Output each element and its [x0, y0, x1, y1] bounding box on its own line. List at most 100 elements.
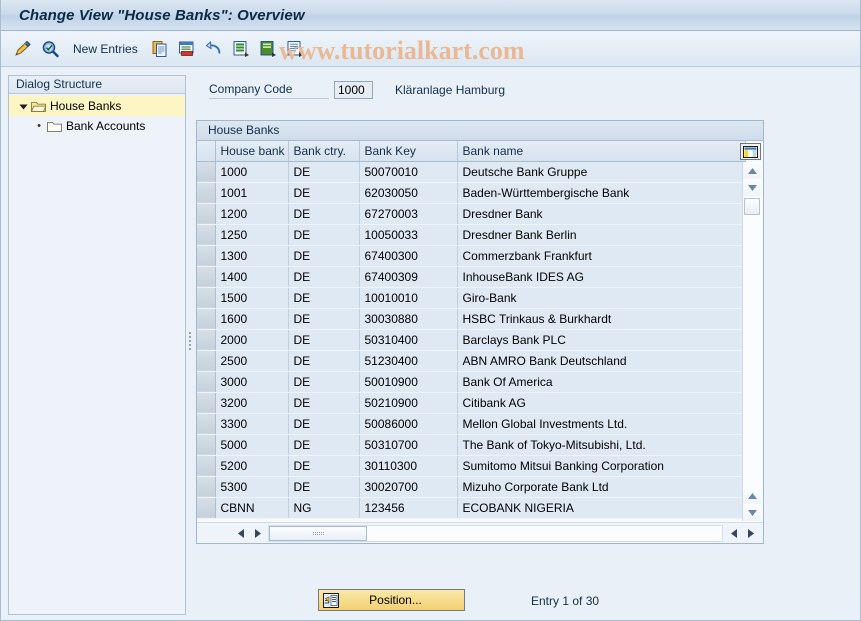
table-cell[interactable]: 67400309 — [359, 266, 458, 288]
table-row[interactable]: 5000 DE 50310700 The Bank of Tokyo-Mitsubis… — [197, 434, 746, 456]
table-cell[interactable]: Mizuho Corporate Bank Ltd — [457, 476, 746, 498]
table-cell[interactable]: 50210900 — [359, 392, 458, 414]
table-row[interactable]: 5300 DE 30020700 Mizuho Corporate Bank Ltd — [197, 476, 746, 498]
table-cell[interactable]: CBNN — [215, 497, 289, 519]
row-select-cell[interactable] — [197, 371, 216, 393]
row-select-cell[interactable] — [197, 182, 216, 204]
table-cell[interactable]: DE — [288, 245, 360, 267]
table-cell[interactable]: 50310400 — [359, 329, 458, 351]
copy-as-icon[interactable] — [148, 37, 172, 61]
table-cell[interactable]: 1600 — [215, 308, 289, 330]
table-row[interactable]: 1500 DE 10010010 Giro-Bank — [197, 287, 746, 309]
table-cell[interactable]: 50086000 — [359, 413, 458, 435]
scroll-up-icon[interactable] — [743, 162, 761, 179]
table-cell[interactable]: DE — [288, 455, 360, 477]
table-horizontal-scrollbar[interactable] — [197, 522, 763, 543]
table-cell[interactable]: 1300 — [215, 245, 289, 267]
position-button[interactable]: Position... — [318, 589, 465, 611]
table-cell[interactable]: Dresdner Bank Berlin — [457, 224, 746, 246]
table-cell[interactable]: Sumitomo Mitsui Banking Corporation — [457, 455, 746, 477]
scroll-right-icon[interactable] — [249, 525, 266, 542]
table-cell[interactable]: 50010900 — [359, 371, 458, 393]
table-cell[interactable]: Giro-Bank — [457, 287, 746, 309]
table-cell[interactable]: DE — [288, 287, 360, 309]
table-cell[interactable]: DE — [288, 224, 360, 246]
table-row[interactable]: CBNN NG 123456 ECOBANK NIGERIA — [197, 497, 746, 519]
row-select-cell[interactable] — [197, 497, 216, 519]
column-header-bank-ctry[interactable]: Bank ctry. — [288, 141, 360, 162]
table-row[interactable]: 2500 DE 51230400 ABN AMRO Bank Deutschland — [197, 350, 746, 372]
table-cell[interactable]: 1000 — [215, 161, 289, 183]
table-row[interactable]: 1600 DE 30030880 HSBC Trinkaus & Burkhardt — [197, 308, 746, 330]
row-select-cell[interactable] — [197, 203, 216, 225]
variant-icon[interactable] — [283, 37, 307, 61]
table-cell[interactable]: InhouseBank IDES AG — [457, 266, 746, 288]
table-cell[interactable]: DE — [288, 203, 360, 225]
table-cell[interactable]: 1400 — [215, 266, 289, 288]
table-cell[interactable]: 2000 — [215, 329, 289, 351]
row-select-cell[interactable] — [197, 287, 216, 309]
table-cell[interactable]: DE — [288, 350, 360, 372]
scroll-page-down-icon[interactable] — [743, 504, 761, 521]
collapse-arrow-icon[interactable] — [15, 102, 31, 111]
table-cell[interactable]: 1500 — [215, 287, 289, 309]
table-cell[interactable]: Bank Of America — [457, 371, 746, 393]
row-select-cell[interactable] — [197, 434, 216, 456]
table-cell[interactable]: 30030880 — [359, 308, 458, 330]
table-cell[interactable]: 50310700 — [359, 434, 458, 456]
row-select-cell[interactable] — [197, 224, 216, 246]
table-cell[interactable]: 5300 — [215, 476, 289, 498]
table-cell[interactable]: DE — [288, 329, 360, 351]
table-cell[interactable]: DE — [288, 413, 360, 435]
pencil-display-change-icon[interactable] — [11, 37, 35, 61]
table-cell[interactable]: DE — [288, 434, 360, 456]
table-cell[interactable]: DE — [288, 266, 360, 288]
table-cell[interactable]: 67270003 — [359, 203, 458, 225]
scroll-page-left-icon[interactable] — [725, 525, 742, 542]
row-select-cell[interactable] — [197, 245, 216, 267]
row-select-cell[interactable] — [197, 161, 216, 183]
table-cell[interactable]: 5000 — [215, 434, 289, 456]
table-cell[interactable]: DE — [288, 308, 360, 330]
table-cell[interactable]: Baden-Württembergische Bank — [457, 182, 746, 204]
table-cell[interactable]: 2500 — [215, 350, 289, 372]
scroll-page-right-icon[interactable] — [742, 525, 759, 542]
table-cell[interactable]: ABN AMRO Bank Deutschland — [457, 350, 746, 372]
row-select-cell[interactable] — [197, 308, 216, 330]
table-cell[interactable]: 10010010 — [359, 287, 458, 309]
table-cell[interactable]: 10050033 — [359, 224, 458, 246]
column-header-house-bank[interactable]: House bank — [215, 141, 289, 162]
table-cell[interactable]: NG — [288, 497, 360, 519]
table-row[interactable]: 1001 DE 62030050 Baden-Württembergische Ban… — [197, 182, 746, 204]
table-cell[interactable]: DE — [288, 392, 360, 414]
magnifier-check-icon[interactable] — [38, 37, 62, 61]
table-cell[interactable]: 30020700 — [359, 476, 458, 498]
row-select-cell[interactable] — [197, 329, 216, 351]
deselect-all-icon[interactable] — [256, 37, 280, 61]
table-row[interactable]: 1400 DE 67400309 InhouseBank IDES AG — [197, 266, 746, 288]
undo-icon[interactable] — [202, 37, 226, 61]
sidebar-item-bank-accounts[interactable]: • Bank Accounts — [9, 116, 185, 136]
table-cell[interactable]: 30110300 — [359, 455, 458, 477]
table-cell[interactable]: 123456 — [359, 497, 458, 519]
table-cell[interactable]: 1250 — [215, 224, 289, 246]
table-cell[interactable]: Deutsche Bank Gruppe — [457, 161, 746, 183]
table-row[interactable]: 5200 DE 30110300 Sumitomo Mitsui Banking Co… — [197, 455, 746, 477]
horizontal-scroll-thumb[interactable] — [269, 525, 367, 541]
table-row[interactable]: 2000 DE 50310400 Barclays Bank PLC — [197, 329, 746, 351]
row-select-cell[interactable] — [197, 266, 216, 288]
new-entries-button[interactable]: New Entries — [65, 42, 148, 56]
table-row[interactable]: 3200 DE 50210900 Citibank AG — [197, 392, 746, 414]
table-cell[interactable]: Dresdner Bank — [457, 203, 746, 225]
table-cell[interactable]: DE — [288, 161, 360, 183]
table-cell[interactable]: 3200 — [215, 392, 289, 414]
row-select-cell[interactable] — [197, 413, 216, 435]
table-settings-icon[interactable] — [740, 143, 761, 160]
table-cell[interactable]: 1200 — [215, 203, 289, 225]
table-cell[interactable]: 3300 — [215, 413, 289, 435]
table-cell[interactable]: The Bank of Tokyo-Mitsubishi, Ltd. — [457, 434, 746, 456]
vertical-scroll-thumb[interactable] — [744, 198, 760, 215]
select-all-column-header[interactable] — [197, 141, 216, 162]
table-row[interactable]: 1000 DE 50070010 Deutsche Bank Gruppe — [197, 161, 746, 183]
table-vertical-scrollbar[interactable] — [742, 162, 762, 521]
